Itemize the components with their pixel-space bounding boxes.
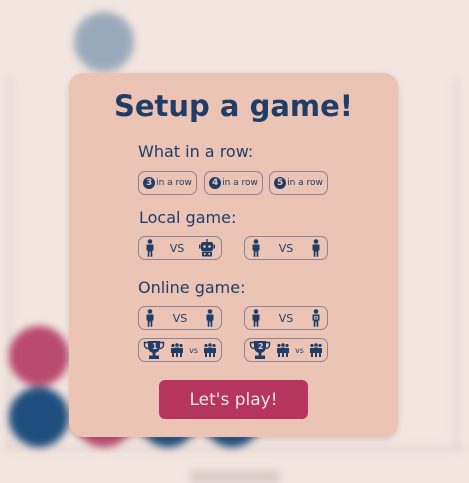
person-icon — [252, 309, 260, 327]
tournament-second-button[interactable]: 2 vs — [244, 338, 328, 362]
group-icon — [204, 343, 216, 357]
tournament-first-button[interactable]: 1 vs — [138, 338, 222, 362]
trophy-badge: 1 — [152, 342, 158, 351]
three-in-a-row-button[interactable]: 3 in a row — [138, 171, 197, 195]
vs-label: vs — [295, 345, 304, 355]
row-count-label: What in a row: — [138, 142, 254, 161]
vs-label: VS — [278, 241, 294, 255]
row-option-label: in a row — [222, 178, 258, 188]
local-vs-computer-button[interactable]: VS — [138, 236, 222, 260]
local-game-label: Local game: — [139, 208, 237, 227]
vs-label: VS — [169, 241, 185, 255]
online-vs-player-button[interactable]: VS — [138, 306, 222, 330]
status-text-blurred — [190, 470, 280, 483]
row-option-label: in a row — [287, 178, 323, 188]
board-column-line — [8, 78, 11, 450]
number-badge: 5 — [274, 177, 287, 189]
board-base-line — [6, 447, 465, 450]
number-badge: 3 — [143, 177, 156, 189]
lets-play-button[interactable]: Let's play! — [159, 380, 308, 419]
group-icon — [277, 343, 290, 357]
person-icon — [252, 239, 260, 257]
board-disc-blue — [9, 387, 69, 447]
board-column-line — [455, 78, 458, 450]
local-vs-player-button[interactable]: VS — [244, 236, 328, 260]
trophy-badge: 2 — [258, 342, 264, 351]
dialog-title: Setup a game! — [113, 89, 354, 123]
setup-game-dialog: Setup a game! What in a row: 3 in a row … — [69, 73, 398, 437]
board-disc-red — [9, 326, 69, 386]
vs-label: vs — [189, 345, 198, 355]
person-icon — [206, 309, 214, 327]
four-in-a-row-button[interactable]: 4 in a row — [204, 171, 263, 195]
online-game-label: Online game: — [138, 278, 246, 297]
robot-icon — [198, 239, 215, 257]
hover-disc — [74, 12, 134, 72]
vs-label: VS — [172, 311, 188, 325]
row-option-label: in a row — [156, 178, 192, 188]
game-screen: Setup a game! What in a row: 3 in a row … — [0, 0, 469, 483]
vs-label: VS — [278, 311, 294, 325]
five-in-a-row-button[interactable]: 5 in a row — [269, 171, 328, 195]
online-vs-random-button[interactable]: VS — [244, 306, 328, 330]
masked-person-icon — [312, 309, 320, 327]
number-badge: 4 — [209, 177, 222, 189]
group-icon — [310, 343, 322, 357]
group-icon — [171, 343, 184, 357]
person-icon — [146, 309, 154, 327]
person-icon — [146, 239, 154, 257]
person-icon — [312, 239, 320, 257]
